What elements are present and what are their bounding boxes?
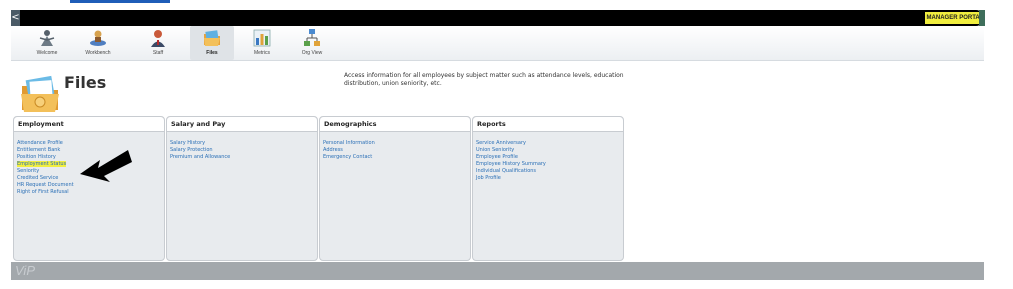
workbench-icon	[90, 30, 106, 46]
manager-portal-badge[interactable]: MANAGER PORTAL	[925, 12, 985, 24]
nav-label: Welcome	[36, 50, 58, 56]
link-service-anniversary[interactable]: Service Anniversary	[476, 140, 623, 147]
panel-title: Salary and Pay	[167, 117, 317, 132]
nav-label: Staff	[152, 50, 164, 56]
top-accent-line	[70, 0, 170, 3]
panel-title: Demographics	[320, 117, 470, 132]
nav-org-view[interactable]: Org View	[290, 26, 334, 60]
panel-reports: Reports Service Anniversary Union Senior…	[472, 116, 624, 261]
top-sliver	[0, 0, 1013, 5]
panel-title: Reports	[473, 117, 623, 132]
nav-workbench[interactable]: Workbench	[76, 26, 120, 60]
nav-metrics[interactable]: Metrics	[240, 26, 284, 60]
page-description: Access information for all employees by …	[344, 72, 624, 87]
nav-label: Files	[206, 50, 218, 56]
link-union-seniority[interactable]: Union Seniority	[476, 147, 623, 154]
link-individual-qualifications[interactable]: Individual Qualifications	[476, 168, 623, 175]
files-icon	[204, 30, 220, 46]
nav-label: Org View	[301, 50, 323, 56]
link-right-of-first-refusal[interactable]: Right of First Refusal	[17, 189, 164, 196]
page-title: Files	[64, 73, 107, 92]
link-attendance-profile[interactable]: Attendance Profile	[17, 140, 164, 147]
footer-bar: ViP	[11, 262, 984, 280]
panel-title: Employment	[14, 117, 164, 132]
welcome-icon	[39, 30, 55, 46]
staff-icon	[151, 30, 165, 47]
link-salary-history[interactable]: Salary History	[170, 140, 317, 147]
link-address[interactable]: Address	[323, 147, 470, 154]
panel-demographics: Demographics Personal Information Addres…	[319, 116, 471, 261]
nav-label: Workbench	[85, 50, 111, 56]
link-premium-and-allowance[interactable]: Premium and Allowance	[170, 154, 317, 161]
link-employee-profile[interactable]: Employee Profile	[476, 154, 623, 161]
files-large-icon	[21, 75, 59, 112]
top-bar: < MANAGER PORTAL	[11, 10, 985, 26]
org-view-icon	[304, 29, 320, 46]
link-employee-history-summary[interactable]: Employee History Summary	[476, 161, 623, 168]
link-personal-information[interactable]: Personal Information	[323, 140, 470, 147]
link-salary-protection[interactable]: Salary Protection	[170, 147, 317, 154]
link-job-profile[interactable]: Job Profile	[476, 175, 623, 182]
pointer-arrow-icon	[80, 150, 132, 182]
nav-files[interactable]: Files	[190, 26, 234, 60]
nav-staff[interactable]: Staff	[136, 26, 180, 60]
link-emergency-contact[interactable]: Emergency Contact	[323, 154, 470, 161]
nav-welcome[interactable]: Welcome	[25, 26, 69, 60]
metrics-icon	[253, 29, 271, 47]
nav-label: Metrics	[253, 50, 271, 56]
footer-logo: ViP	[15, 263, 35, 278]
panel-salary-and-pay: Salary and Pay Salary History Salary Pro…	[166, 116, 318, 261]
top-bar-endcap	[979, 10, 985, 26]
main-nav: Welcome Workbench Staff Files Metrics Or…	[11, 26, 984, 61]
back-button[interactable]: <	[11, 10, 20, 26]
panel-employment: Employment Attendance Profile Entitlemen…	[13, 116, 165, 261]
